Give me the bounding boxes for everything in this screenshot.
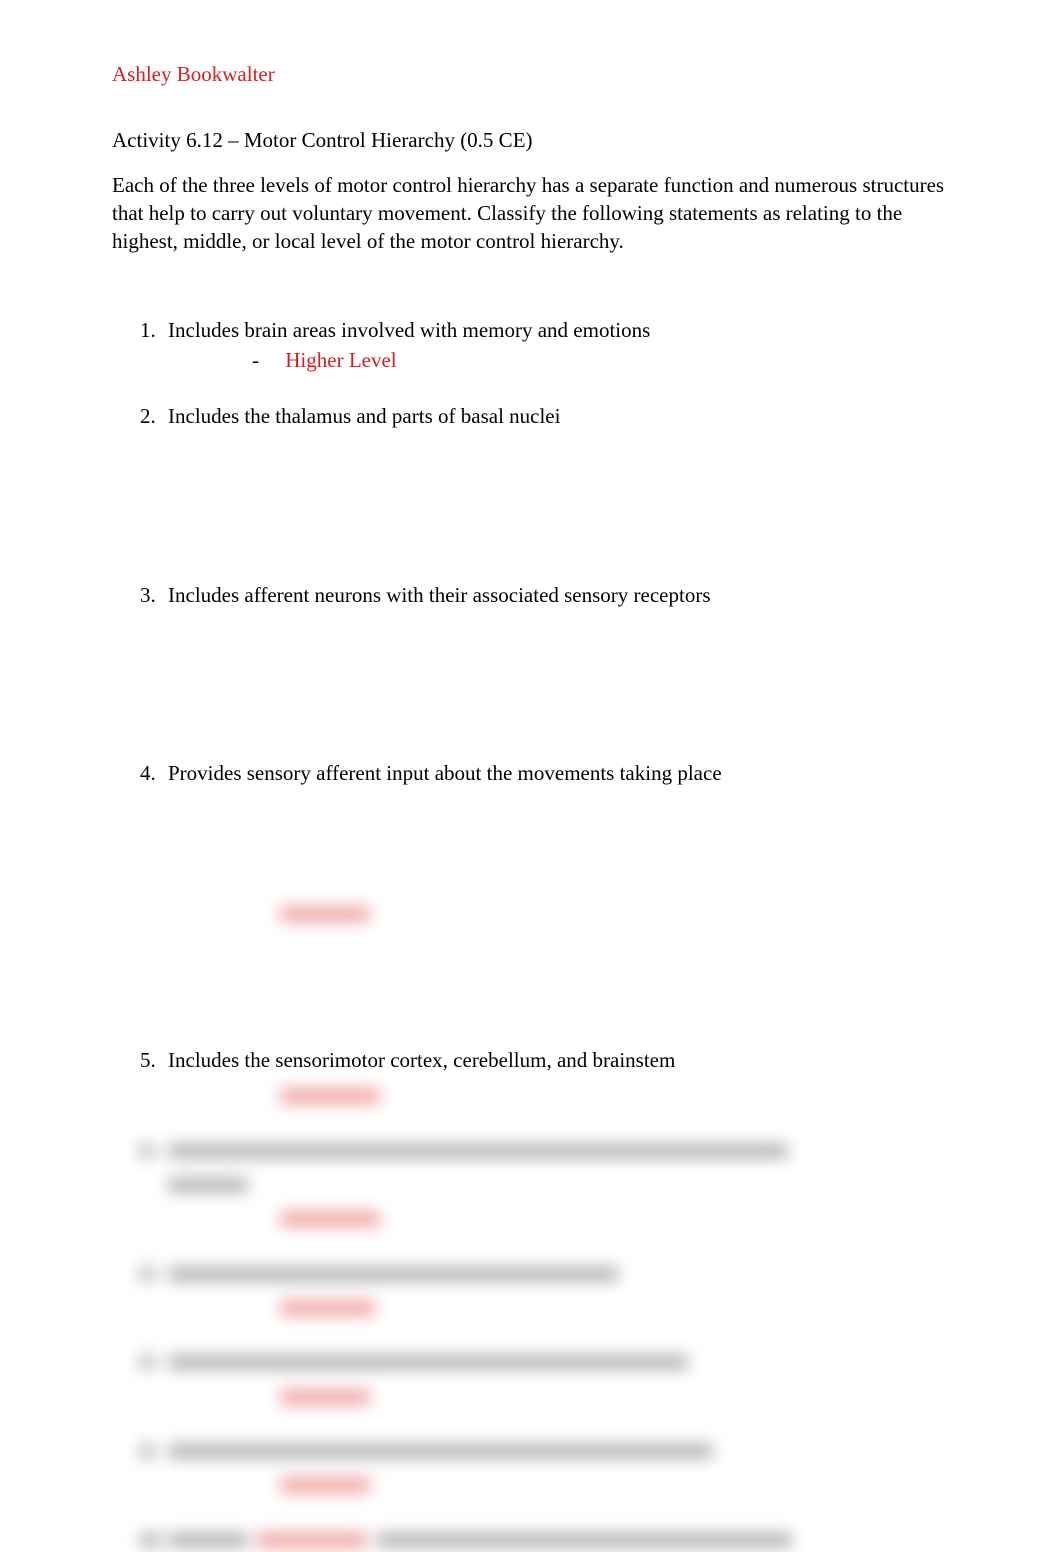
blurred-answer: [168, 1292, 950, 1320]
question-item-8: [140, 1346, 950, 1409]
question-number: [140, 1134, 154, 1162]
blurred-answer: [168, 1381, 950, 1409]
question-item-6: [140, 1134, 950, 1231]
question-text: Includes the thalamus and parts of basal…: [168, 404, 560, 428]
blurred-answer: [168, 1203, 950, 1231]
author-name: Ashley Bookwalter: [112, 60, 950, 88]
question-number: [140, 1258, 154, 1286]
question-number: 3.: [140, 581, 156, 609]
question-item-4: 4. Provides sensory afferent input about…: [140, 759, 950, 926]
question-text: Includes afferent neurons with their ass…: [168, 583, 711, 607]
question-item-10: [140, 1524, 950, 1552]
blurred-answer: [168, 897, 950, 925]
question-text: Includes brain areas involved with memor…: [168, 318, 650, 342]
question-number: 4.: [140, 759, 156, 787]
question-item-7: [140, 1258, 950, 1321]
question-text: Provides sensory afferent input about th…: [168, 761, 722, 785]
intro-paragraph: Each of the three levels of motor contro…: [112, 171, 950, 256]
question-number: 2.: [140, 402, 156, 430]
question-text: [168, 1437, 713, 1461]
question-number: [140, 1524, 160, 1552]
blurred-answer: [168, 1080, 950, 1108]
question-text: [168, 1348, 688, 1372]
question-text: Includes the sensorimotor cortex, cerebe…: [168, 1048, 675, 1072]
question-number: 5.: [140, 1046, 156, 1074]
answer-line: - Higher Level: [168, 346, 950, 374]
question-item-2: 2. Includes the thalamus and parts of ba…: [140, 402, 950, 430]
question-number: 1.: [140, 316, 156, 344]
question-item-9: [140, 1435, 950, 1498]
question-item-5: 5. Includes the sensorimotor cortex, cer…: [140, 1046, 950, 1109]
activity-title: Activity 6.12 – Motor Control Hierarchy …: [112, 126, 950, 154]
blurred-answer: [168, 1469, 950, 1497]
question-list: 1. Includes brain areas involved with me…: [112, 316, 950, 1552]
question-item-3: 3. Includes afferent neurons with their …: [140, 581, 950, 609]
question-item-1: 1. Includes brain areas involved with me…: [140, 316, 950, 375]
dash: -: [252, 346, 280, 374]
question-text: [168, 1526, 792, 1550]
question-number: [140, 1346, 154, 1374]
question-number: [140, 1435, 154, 1463]
answer-text: Higher Level: [285, 348, 396, 372]
question-text: [168, 1260, 618, 1284]
question-text: [168, 1136, 788, 1160]
